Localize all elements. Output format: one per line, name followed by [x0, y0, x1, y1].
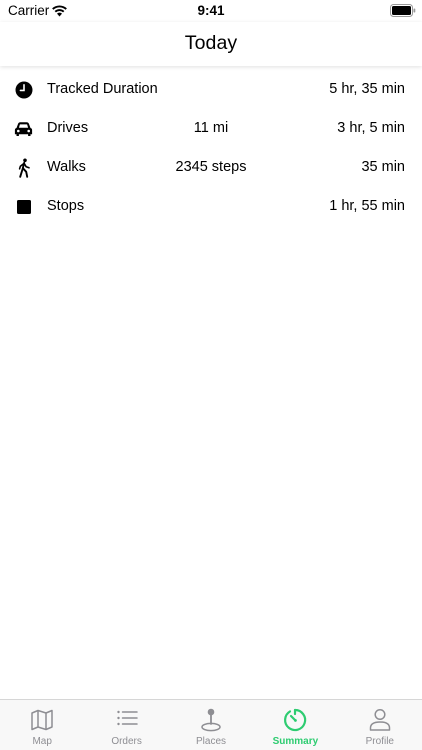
- tab-label: Map: [32, 736, 52, 747]
- clock-icon: [15, 81, 33, 99]
- tab-profile[interactable]: Profile: [338, 700, 422, 750]
- tab-label: Profile: [365, 736, 394, 747]
- summary-row-walks: Walks 2345 steps 35 min: [0, 148, 422, 187]
- summary-row-stops: Stops 1 hr, 55 min: [0, 187, 422, 226]
- person-icon: [369, 708, 391, 731]
- navigation-bar: Today: [0, 22, 422, 66]
- summary-row-drives: Drives 11 mi 3 hr, 5 min: [0, 109, 422, 148]
- summary-row-detail: 2345 steps: [175, 159, 247, 175]
- tab-map[interactable]: Map: [0, 700, 84, 750]
- summary-row-label: Tracked Duration: [47, 81, 158, 97]
- summary-list: Tracked Duration 5 hr, 35 min Drives 11 …: [0, 70, 422, 226]
- tab-bar: Map Orders Places Summary Profile: [0, 699, 422, 750]
- summary-row-value: 1 hr, 55 min: [329, 198, 405, 214]
- status-time: 9:41: [197, 3, 225, 18]
- summary-row-tracked-duration: Tracked Duration 5 hr, 35 min: [0, 70, 422, 109]
- map-pin-icon: [201, 708, 221, 732]
- summary-row-value: 3 hr, 5 min: [337, 120, 405, 136]
- screen: Carrier 9:41 Today Tracked Duration 5 hr…: [0, 0, 422, 750]
- summary-timer-icon: [284, 708, 307, 732]
- tab-places[interactable]: Places: [169, 700, 253, 750]
- tab-label: Places: [196, 736, 227, 747]
- battery-full-icon: [390, 4, 416, 17]
- map-icon: [31, 709, 53, 731]
- tab-orders[interactable]: Orders: [84, 700, 168, 750]
- tab-label: Summary: [272, 736, 319, 747]
- summary-row-value: 5 hr, 35 min: [329, 81, 405, 97]
- page-title: Today: [184, 32, 238, 54]
- list-icon: [116, 710, 138, 726]
- status-bar: Carrier 9:41: [0, 0, 422, 22]
- summary-row-label: Stops: [47, 198, 85, 214]
- tab-label: Orders: [111, 736, 142, 747]
- tab-summary[interactable]: Summary: [253, 700, 337, 750]
- stop-square-icon: [17, 200, 31, 214]
- summary-row-value: 35 min: [361, 159, 405, 175]
